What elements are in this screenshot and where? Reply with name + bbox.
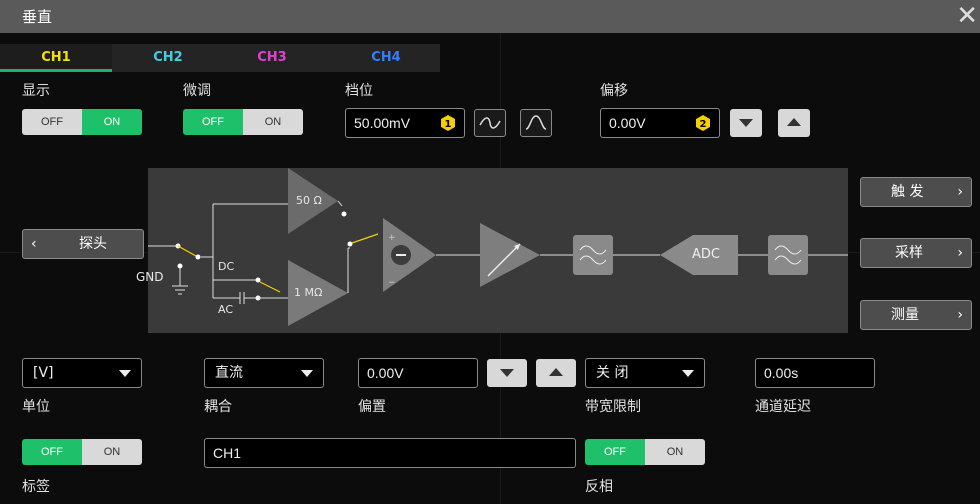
- offset-up-button[interactable]: [778, 109, 810, 137]
- fine-toggle[interactable]: OFF ON: [183, 109, 303, 135]
- arrow-up-icon: [549, 368, 563, 376]
- title-bar: 垂直 ✕: [0, 0, 980, 33]
- delay-input[interactable]: 0.00s: [755, 358, 875, 388]
- display-toggle[interactable]: OFF ON: [22, 109, 142, 135]
- tag-text-value: CH1: [213, 445, 242, 461]
- chevron-right-icon: ›: [957, 245, 963, 261]
- caret-down-icon: [119, 370, 131, 377]
- knob-1-icon: 1: [441, 115, 455, 131]
- offset-value: 0.00V: [609, 115, 646, 131]
- coarse-wave-button[interactable]: [474, 109, 506, 137]
- measure-label: 测量: [891, 307, 919, 323]
- tag-toggle[interactable]: OFF ON: [22, 439, 142, 465]
- filter-1-shape: [573, 235, 613, 275]
- r50-label: 50 Ω: [296, 194, 322, 207]
- toggle-on: ON: [82, 109, 142, 135]
- chevron-right-icon: ›: [957, 307, 963, 323]
- svg-text:−: −: [388, 278, 396, 288]
- toggle-on: ON: [645, 439, 705, 465]
- tag-label: 标签: [22, 479, 50, 495]
- sample-label: 采样: [895, 245, 923, 261]
- toggle-off: OFF: [22, 439, 82, 465]
- close-icon[interactable]: ✕: [956, 0, 978, 32]
- sample-button[interactable]: 采样 ›: [860, 238, 972, 268]
- caret-down-icon: [682, 370, 694, 377]
- probe-button[interactable]: ‹ 探头: [22, 229, 144, 259]
- scale-value: 50.00mV: [354, 115, 411, 131]
- display-label: 显示: [22, 83, 50, 99]
- bandwidth-value: 关 闭: [596, 365, 629, 381]
- signal-path-svg: + −: [148, 168, 848, 326]
- r1m-label: 1 MΩ: [294, 286, 323, 299]
- svg-text:2: 2: [700, 119, 707, 130]
- bias-label: 偏置: [358, 399, 386, 415]
- coarse-wave-icon: [479, 117, 501, 129]
- ac-label: AC: [218, 303, 234, 316]
- tab-ch4[interactable]: CH4: [330, 44, 442, 72]
- gnd-label: GND: [136, 270, 164, 284]
- scale-input[interactable]: 50.00mV 1: [345, 108, 465, 138]
- measure-button[interactable]: 测量 ›: [860, 300, 972, 330]
- coupling-value: 直流: [215, 365, 243, 381]
- offset-down-button[interactable]: [730, 109, 762, 137]
- filter-2-shape: [768, 235, 808, 275]
- unit-select[interactable]: [V]: [22, 358, 142, 388]
- fine-wave-button[interactable]: [520, 109, 552, 137]
- fine-label: 微调: [183, 83, 211, 99]
- tag-text-input[interactable]: CH1: [204, 438, 576, 468]
- bandwidth-label: 带宽限制: [585, 399, 641, 415]
- bias-input[interactable]: 0.00V: [358, 358, 478, 388]
- svg-text:1: 1: [445, 119, 452, 130]
- probe-label: 探头: [79, 236, 107, 252]
- caret-down-icon: [301, 370, 313, 377]
- arrow-down-icon: [739, 119, 753, 127]
- scale-label: 档位: [345, 83, 373, 99]
- tab-ch2[interactable]: CH2: [112, 44, 224, 72]
- toggle-off: OFF: [183, 109, 243, 135]
- bias-up-button[interactable]: [536, 359, 576, 387]
- trigger-label: 触 发: [891, 184, 924, 200]
- arrow-up-icon: [787, 118, 801, 126]
- offset-label: 偏移: [600, 83, 628, 99]
- bias-down-button[interactable]: [487, 359, 527, 387]
- tab-ch1[interactable]: CH1: [0, 44, 112, 72]
- chevron-left-icon: ‹: [31, 236, 37, 252]
- toggle-on: ON: [82, 439, 142, 465]
- invert-label: 反相: [585, 479, 613, 495]
- bandwidth-select[interactable]: 关 闭: [585, 358, 705, 388]
- coupling-label: 耦合: [204, 399, 232, 415]
- window-title: 垂直: [22, 8, 53, 26]
- coupling-select[interactable]: 直流: [204, 358, 324, 388]
- adc-label: ADC: [692, 247, 720, 262]
- tab-ch3[interactable]: CH3: [216, 44, 328, 72]
- toggle-on: ON: [243, 109, 303, 135]
- signal-path-diagram: + − 50 Ω 1 MΩ DC AC GND ADC: [136, 168, 848, 333]
- trigger-button[interactable]: 触 发 ›: [860, 177, 972, 207]
- channel-tabs: CH1 CH2 CH3 CH4: [0, 44, 440, 72]
- chevron-right-icon: ›: [957, 184, 963, 200]
- svg-text:+: +: [388, 233, 396, 243]
- delay-value: 0.00s: [764, 365, 799, 381]
- delay-label: 通道延迟: [755, 399, 811, 415]
- toggle-off: OFF: [22, 109, 82, 135]
- invert-toggle[interactable]: OFF ON: [585, 439, 705, 465]
- unit-value: [V]: [33, 365, 54, 381]
- fine-wave-icon: [525, 115, 547, 130]
- toggle-off: OFF: [585, 439, 645, 465]
- offset-input[interactable]: 0.00V 2: [600, 108, 720, 138]
- knob-2-icon: 2: [696, 115, 710, 131]
- unit-label: 单位: [22, 399, 50, 415]
- arrow-down-icon: [500, 369, 514, 377]
- dc-label: DC: [218, 260, 235, 273]
- bias-value: 0.00V: [367, 365, 404, 381]
